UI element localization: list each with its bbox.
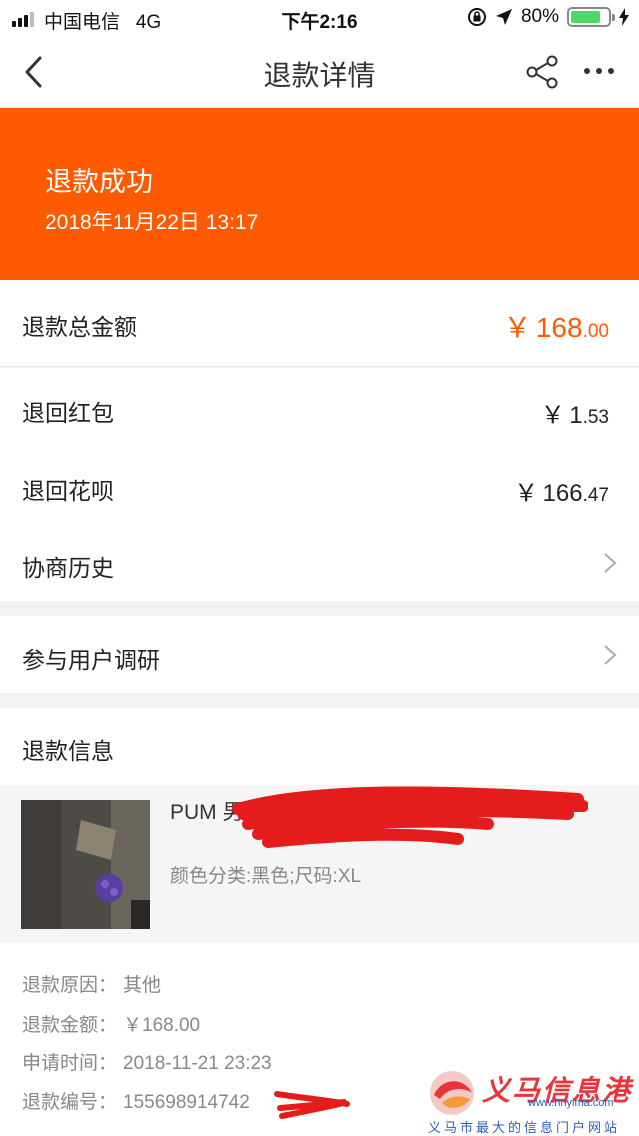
breakdown-row-red-packet: 退回红包 ￥ 1.53 (0, 368, 639, 446)
redaction-scribble (274, 1091, 350, 1119)
product-spec: 颜色分类:黑色;尺码:XL (170, 866, 362, 887)
negotiation-history-label: 协商历史 (22, 555, 114, 581)
redaction-scribble (232, 786, 588, 848)
breakdown-row-huabei: 退回花呗 ￥ 166.47 (0, 446, 639, 524)
watermark-subtitle: 义马市最大的信息门户网站 (428, 1120, 621, 1135)
status-bar: 中国电信 4G 下午2:16 80% (0, 0, 639, 36)
refund-status: 退款成功 (45, 167, 153, 197)
huabei-label: 退回花呗 (22, 478, 114, 504)
refund-number: 退款编号： 155698914742 (22, 1092, 250, 1113)
nav-bar: 退款详情 (0, 36, 639, 108)
refund-total-amount: ￥ 168.00 (503, 312, 609, 343)
watermark: 义马信息港 www.hnyima.com 义马市最大的信息门户网站 (428, 1065, 638, 1136)
refund-date: 2018年11月22日 13:17 (45, 211, 259, 234)
negotiation-history-row[interactable]: 协商历史 (0, 524, 639, 601)
user-survey-row[interactable]: 参与用户调研 (0, 616, 639, 693)
location-icon (495, 9, 512, 25)
red-packet-label: 退回红包 (22, 400, 114, 426)
battery-icon (567, 7, 615, 27)
refund-breakdown-card: 退回红包 ￥ 1.53 退回花呗 ￥ 166.47 协商历史 (0, 368, 639, 601)
refund-amount: 退款金额： ￥168.00 (22, 1015, 201, 1036)
red-packet-amount: ￥ 1.53 (540, 402, 609, 429)
user-survey-label: 参与用户调研 (22, 647, 160, 673)
battery-percent: 80% (520, 6, 559, 27)
chevron-right-icon (604, 553, 617, 573)
watermark-logo-icon (430, 1071, 474, 1115)
watermark-url: www.hnyima.com (528, 1097, 614, 1109)
share-icon[interactable] (524, 54, 560, 90)
product-thumbnail (21, 800, 150, 929)
huabei-amount: ￥ 166.47 (514, 480, 609, 507)
refund-info-heading: 退款信息 (22, 738, 114, 764)
rotation-lock-icon (467, 8, 486, 26)
refund-total-row: 退款总金额 ￥ 168.00 (0, 280, 639, 367)
refund-reason: 退款原因： 其他 (22, 975, 162, 996)
apply-time: 申请时间： 2018-11-21 23:23 (22, 1053, 272, 1074)
more-icon[interactable] (584, 68, 614, 74)
chevron-right-icon (604, 645, 617, 665)
refund-total-card: 退款总金额 ￥ 168.00 (0, 280, 639, 367)
refund-status-banner: 退款成功 2018年11月22日 13:17 (0, 108, 639, 280)
charging-icon (619, 8, 629, 26)
refund-total-label: 退款总金额 (22, 314, 137, 340)
